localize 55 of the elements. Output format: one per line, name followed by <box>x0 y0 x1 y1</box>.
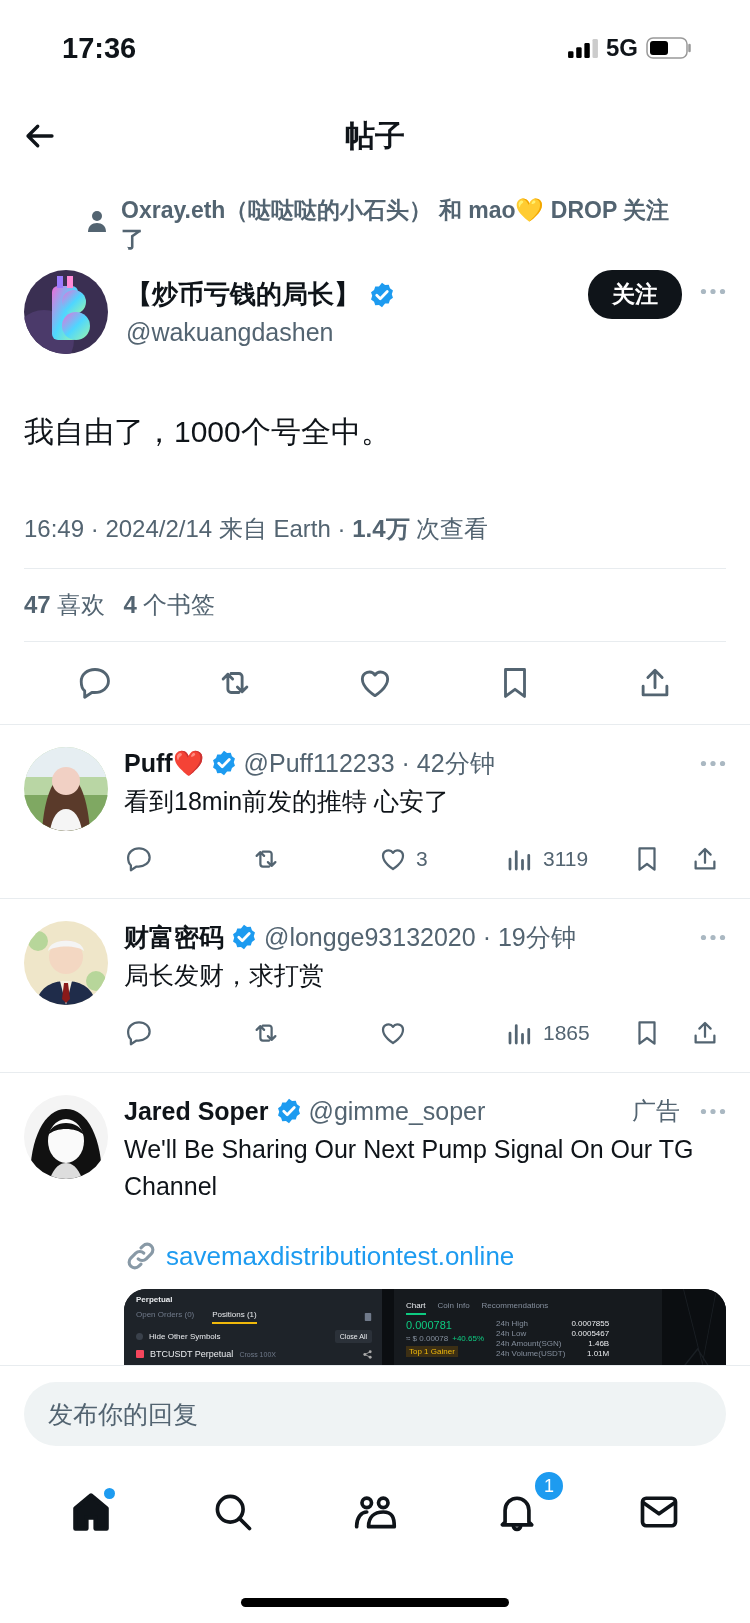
like-count: 3 <box>416 847 428 871</box>
reply-icon[interactable] <box>124 844 154 874</box>
share-icon[interactable] <box>363 1349 372 1359</box>
page-title: 帖子 <box>345 117 405 154</box>
order-tab[interactable]: Open Orders (0) <box>136 1310 195 1324</box>
stat-value: 0.0005467 <box>571 1329 610 1338</box>
post-meta: 16:49 · 2024/2/14 来自 Earth · 1.4万 次查看 <box>23 514 490 544</box>
battery-icon <box>646 37 692 59</box>
reply-field[interactable]: 发布你的回复 <box>24 1382 726 1446</box>
chart-tab[interactable]: Chart <box>406 1301 426 1315</box>
order-tab[interactable]: Positions (1) <box>212 1310 257 1324</box>
status-time: 17:36 <box>62 31 137 65</box>
network-label: 5G <box>606 34 638 62</box>
radio-button[interactable] <box>136 1333 143 1340</box>
ad-label: 广告 <box>632 1096 680 1126</box>
ad-handle[interactable]: @gimme_soper <box>308 1096 486 1126</box>
signal-icon <box>568 38 598 58</box>
fiat-price: ≈ $ 0.00078 <box>406 1334 449 1343</box>
ad-text: We'll Be Sharing Our Next Pump Signal On Our TG Channel <box>124 1134 695 1202</box>
short-icon <box>136 1350 144 1358</box>
ad-author-name[interactable]: Jared Soper <box>124 1096 269 1126</box>
reply-author-name[interactable]: 财富密码 <box>124 920 224 954</box>
position-symbol: BTCUSDT Perpetual <box>150 1349 234 1359</box>
price-value: 0.000781 <box>406 1319 452 1331</box>
engagement-stat[interactable]: 4 个书签 <box>123 589 216 621</box>
reply-handle-time[interactable]: @Puff112233 · 42分钟 <box>243 746 495 780</box>
reply-handle-time[interactable]: @longge93132020 · 19分钟 <box>264 920 576 954</box>
post-text: 我自由了，1000个号全中。 <box>23 414 392 450</box>
stat-label: 24h Volume(USDT) <box>496 1349 566 1358</box>
document-icon[interactable] <box>364 1312 372 1322</box>
stat-value: 1.01M <box>585 1349 610 1358</box>
market-subtitle: Perpetual <box>136 1295 174 1304</box>
stat-value: 1.46B <box>587 1339 610 1348</box>
reply-text: 局长发财，求打赏 <box>124 960 325 991</box>
stat-label: 24h High <box>496 1319 530 1328</box>
reply-text: 看到18min前发的推特 心安了 <box>124 786 451 817</box>
social-context[interactable]: Oxray.eth（哒哒哒的小石头） 和 mao💛 DROP 关注了 <box>121 196 677 254</box>
hide-symbols-label: Hide Other Symbols <box>149 1332 221 1341</box>
chart-tab[interactable]: Recommendations <box>481 1301 549 1315</box>
author-handle[interactable]: @wakuangdashen <box>126 318 570 347</box>
notification-badge: 1 <box>533 1470 565 1502</box>
engagement-stat[interactable]: 47 喜欢 <box>24 589 106 621</box>
reply-icon[interactable] <box>124 1018 154 1048</box>
chart-tab[interactable]: Coin Info <box>437 1301 470 1315</box>
stat-label: 24h Amount(SGN) <box>496 1339 563 1348</box>
stat-value: 0.0007855 <box>571 1319 610 1328</box>
gainer-tag: Top 1 Gainer <box>406 1346 458 1357</box>
person-icon <box>87 210 107 232</box>
stat-label: 24h Low <box>496 1329 528 1338</box>
view-count: 3119 <box>543 847 589 871</box>
author-name[interactable]: 【炒币亏钱的局长】 <box>126 277 360 312</box>
reply-author-name[interactable]: Puff❤ <box>124 748 204 778</box>
follow-button[interactable]: 关注 <box>588 270 682 319</box>
view-count: 1865 <box>543 1021 590 1045</box>
price-change: +40.65% <box>452 1334 484 1343</box>
